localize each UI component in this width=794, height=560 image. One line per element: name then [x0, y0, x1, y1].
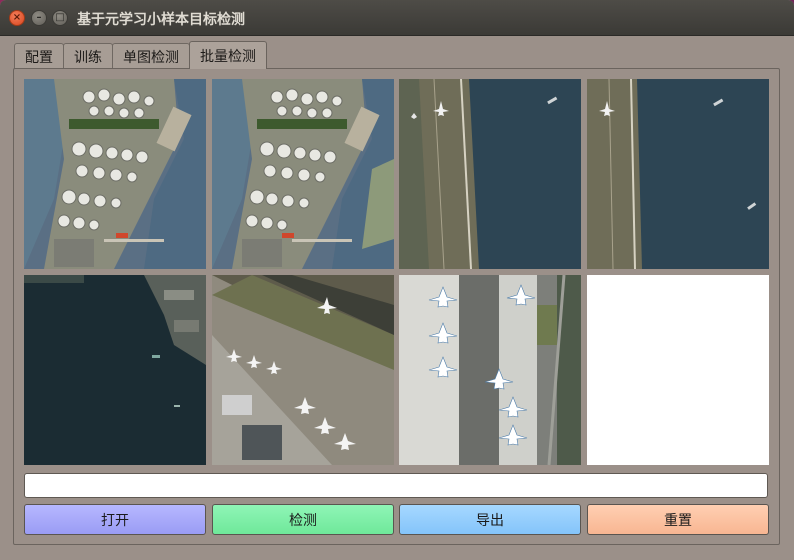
app-window: × – □ 基于元学习小样本目标检测 配置 训练 单图检测 批量检测 打开 检测… — [0, 0, 794, 560]
close-icon: × — [12, 12, 22, 23]
result-text-field[interactable] — [24, 473, 768, 498]
minimize-icon: – — [36, 12, 42, 23]
maximize-window-button[interactable]: □ — [52, 10, 68, 26]
batch-detect-panel: 打开 检测 导出 重置 — [13, 68, 780, 545]
minimize-window-button[interactable]: – — [31, 10, 47, 26]
tab-config[interactable]: 配置 — [14, 43, 64, 69]
image-cell-airport-seaside-detected[interactable] — [587, 79, 769, 269]
image-cell-oil-tanks[interactable] — [24, 79, 206, 269]
open-button[interactable]: 打开 — [24, 504, 206, 535]
image-cell-empty[interactable] — [587, 275, 769, 465]
tab-single-detect[interactable]: 单图检测 — [112, 43, 190, 69]
image-cell-airport-seaside[interactable] — [399, 79, 581, 269]
tab-bar: 配置 训练 单图检测 批量检测 — [14, 41, 267, 69]
tab-train[interactable]: 训练 — [63, 43, 113, 69]
tab-batch-detect[interactable]: 批量检测 — [189, 41, 267, 69]
title-bar: × – □ 基于元学习小样本目标检测 — [0, 0, 794, 36]
close-window-button[interactable]: × — [9, 10, 25, 26]
maximize-icon: □ — [55, 12, 65, 23]
image-cell-apron[interactable] — [399, 275, 581, 465]
image-cell-runway[interactable] — [212, 275, 394, 465]
image-cell-harbor[interactable] — [24, 275, 206, 465]
detect-button[interactable]: 检测 — [212, 504, 394, 535]
export-button[interactable]: 导出 — [399, 504, 581, 535]
image-cell-oil-tanks-detected[interactable] — [212, 79, 394, 269]
window-title: 基于元学习小样本目标检测 — [77, 12, 245, 28]
reset-button[interactable]: 重置 — [587, 504, 769, 535]
